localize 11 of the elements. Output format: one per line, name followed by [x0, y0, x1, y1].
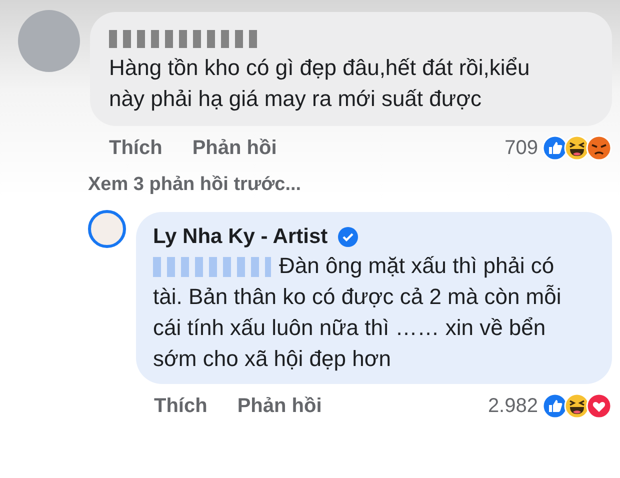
reply-link[interactable]: Phản hồi	[192, 136, 277, 160]
avatar[interactable]	[88, 210, 126, 248]
comment-text: Đàn ông mặt xấu thì phải có tài. Bản thân ko có được cả 2 mà còn mỗi cái tính xấu luôn nữa thì …… xin về bển sớm cho xã hội đẹp hơn	[153, 250, 565, 374]
author-name[interactable]: Ly Nha Ky - Artist	[153, 225, 328, 249]
reaction-count[interactable]: 709	[504, 136, 538, 160]
view-previous-replies-link[interactable]: Xem 3 phản hồi trước...	[88, 174, 612, 196]
reply-link[interactable]: Phản hồi	[237, 394, 322, 418]
reaction-count[interactable]: 2.982	[488, 394, 538, 418]
like-link[interactable]: Thích	[109, 136, 162, 160]
comment-text: Hàng tồn kho có gì đẹp đâu,hết đát rồi,kiểu này phải hạ giá may ra mới suất được	[109, 54, 531, 113]
like-link[interactable]: Thích	[154, 394, 208, 418]
